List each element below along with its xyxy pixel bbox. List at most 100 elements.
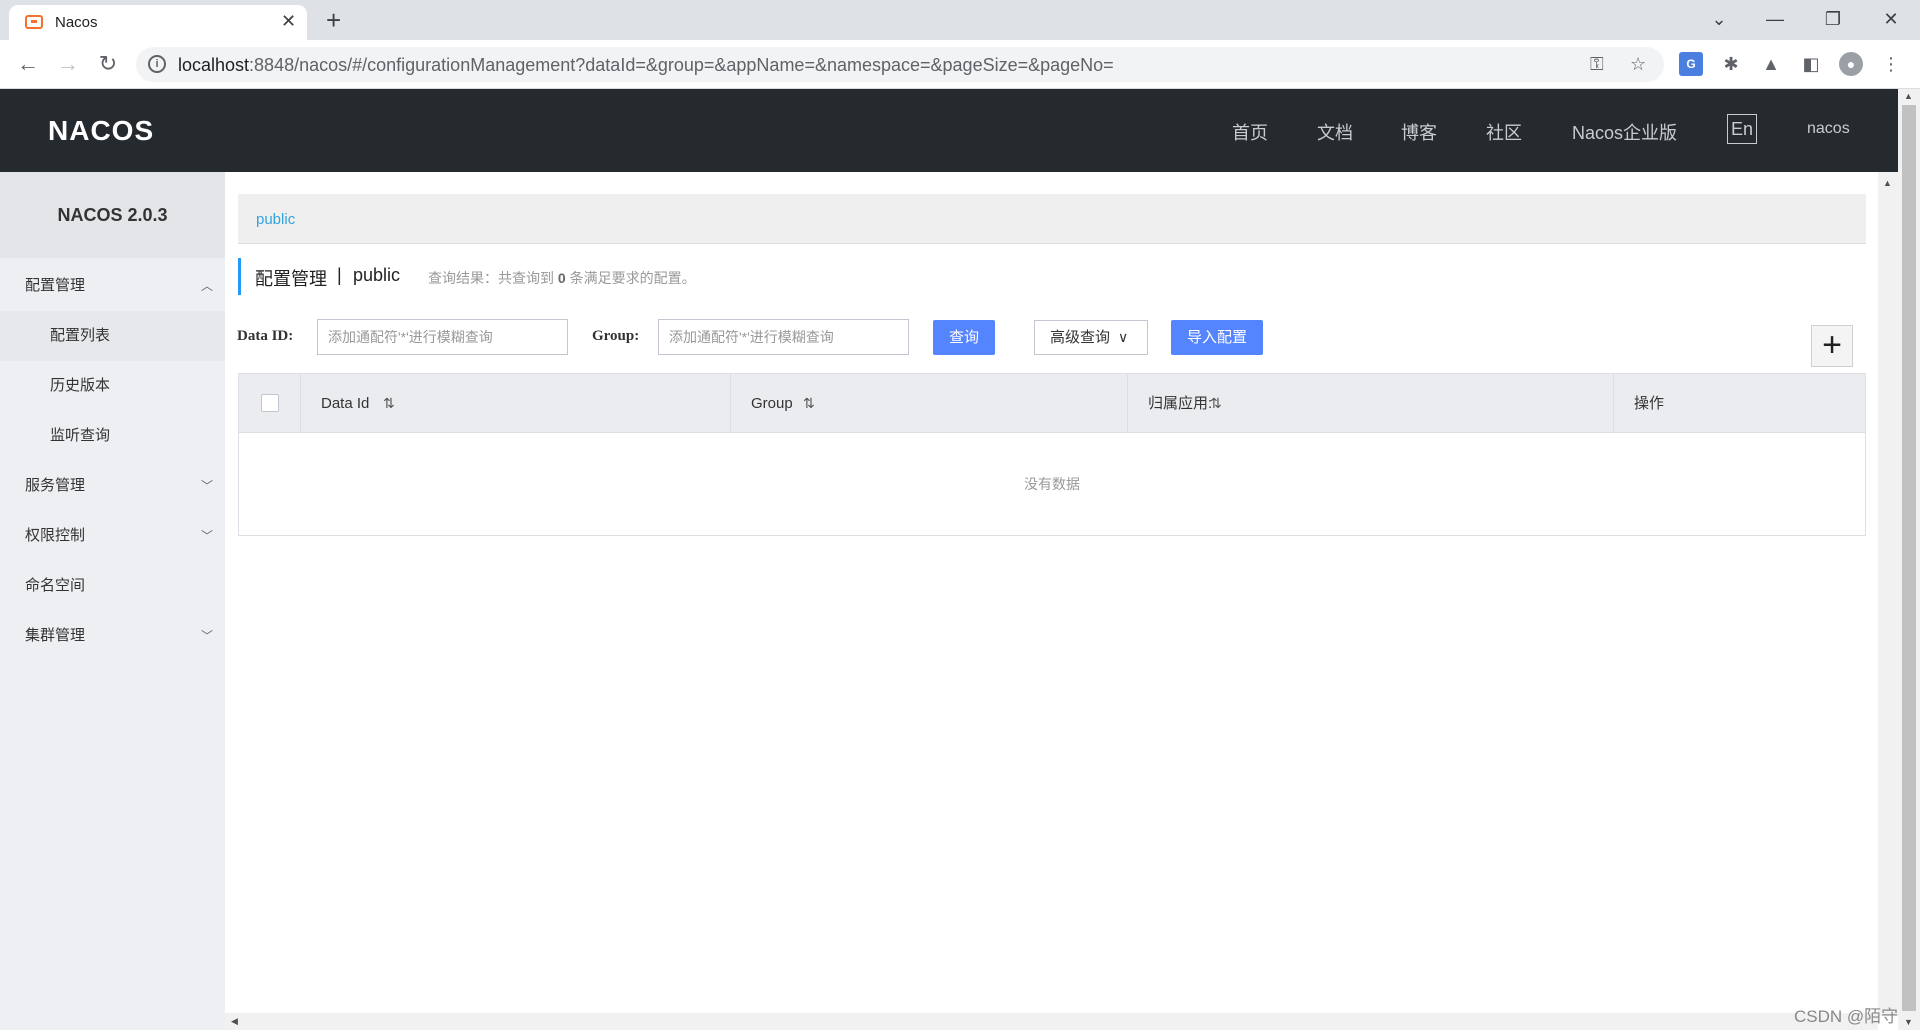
csdn-watermark: CSDN @陌守 [1794,1007,1899,1026]
scrollbar-thumb[interactable] [1902,105,1916,1011]
column-label: 归属应用: [1148,395,1213,412]
chevron-up-icon: ︿ [201,279,214,293]
sidebar-item-config-list[interactable]: 配置列表 [0,311,225,361]
user-menu[interactable]: nacos [1807,120,1850,138]
chevron-down-icon: ﹀ [201,629,214,643]
chevron-down-icon: ﹀ [201,529,214,543]
chevron-down-icon: ﹀ [201,479,214,493]
column-label: Data Id [321,395,370,412]
translate-extension-icon[interactable]: G [1679,52,1703,76]
config-table: Data Id ⇅ Group ⇅ 归属应用: ⇅ 操作 没有数据 [238,373,1866,536]
query-result-suffix: 条满足要求的配置。 [569,270,696,286]
content-vertical-scrollbar[interactable]: ▲ [1878,172,1898,1016]
new-tab-icon[interactable]: + [326,5,341,35]
query-result-text: 查询结果：共查询到 0 条满足要求的配置。 [428,268,696,288]
content-horizontal-scrollbar[interactable]: ◀ [225,1013,1878,1030]
sidebar-item-label: 历史版本 [50,377,111,394]
select-all-cell [239,374,301,433]
bookmark-star-icon[interactable]: ☆ [1630,54,1646,75]
page-vertical-scrollbar[interactable]: ▲ ▼ [1898,89,1920,1030]
extensions-puzzle-icon[interactable]: ✱ [1719,52,1743,76]
nav-blog[interactable]: 博客 [1401,119,1437,145]
sidebar-item-label: 集群管理 [25,627,86,644]
sort-icon[interactable]: ⇅ [383,374,395,433]
minimize-icon[interactable]: — [1760,6,1790,32]
nav-enterprise[interactable]: Nacos企业版 [1572,119,1677,145]
sidebar-item-service-management[interactable]: 服务管理 ﹀ [0,461,225,511]
forward-icon[interactable]: → [53,50,83,78]
tab-title: Nacos [55,14,98,31]
sidebar-item-label: 配置列表 [50,327,111,344]
browser-menu-icon[interactable]: ⋮ [1879,52,1903,76]
labs-flask-icon[interactable]: ▲ [1759,52,1783,76]
close-tab-icon[interactable]: ✕ [281,11,296,31]
column-header-app[interactable]: 归属应用: ⇅ [1128,374,1614,433]
url-host: localhost [178,55,250,75]
url-path: :8848/nacos/#/configurationManagement?da… [249,55,1114,75]
page-namespace: public [353,265,401,285]
sort-icon[interactable]: ⇅ [803,374,815,433]
sort-icon[interactable]: ⇅ [1210,374,1222,433]
side-panel-icon[interactable]: ◧ [1799,52,1823,76]
language-switch-button[interactable]: En [1727,114,1757,144]
sidebar-item-namespace[interactable]: 命名空间 [0,561,225,611]
group-input[interactable] [658,319,909,355]
page-heading: 配置管理 | public [238,258,400,295]
scroll-up-arrow-icon[interactable]: ▲ [1904,91,1913,101]
namespace-bar: public [238,194,1866,244]
chevron-down-icon: ∨ [1118,329,1129,345]
group-label: Group: [592,328,640,344]
query-result-prefix: 查询结果：共查询到 [428,270,554,286]
column-header-group[interactable]: Group ⇅ [731,374,1128,433]
nacos-favicon-icon [25,15,43,29]
nacos-logo[interactable]: NACOS [48,115,154,147]
dataid-input[interactable] [317,319,568,355]
column-label: Group [751,395,793,412]
profile-avatar-icon[interactable]: ● [1839,52,1863,76]
namespace-tab-public[interactable]: public [256,211,295,228]
version-label: NACOS 2.0.3 [0,172,225,258]
import-config-button[interactable]: 导入配置 [1171,320,1263,355]
scroll-up-arrow-icon[interactable]: ▲ [1883,178,1892,188]
sidebar-item-cluster-management[interactable]: 集群管理 ﹀ [0,611,225,661]
nav-community[interactable]: 社区 [1486,119,1522,145]
scroll-left-arrow-icon[interactable]: ◀ [231,1016,238,1027]
browser-tab[interactable]: Nacos ✕ [9,5,307,40]
search-button[interactable]: 查询 [933,320,995,355]
app-header: NACOS 首页 文档 博客 社区 Nacos企业版 En nacos [0,89,1898,172]
sidebar-item-access-control[interactable]: 权限控制 ﹀ [0,511,225,561]
sidebar-item-history[interactable]: 历史版本 [0,361,225,411]
scroll-down-arrow-icon[interactable]: ▼ [1904,1017,1913,1027]
nav-home[interactable]: 首页 [1232,119,1268,145]
column-label: 操作 [1634,395,1665,412]
address-bar[interactable]: i localhost:8848/nacos/#/configurationMa… [136,47,1664,82]
column-header-actions: 操作 [1614,374,1865,433]
title-separator: | [337,265,342,285]
sidebar-item-config-management[interactable]: 配置管理 ︿ [0,261,225,311]
reload-icon[interactable]: ↻ [93,50,123,78]
column-header-dataid[interactable]: Data Id ⇅ [301,374,731,433]
table-header: Data Id ⇅ Group ⇅ 归属应用: ⇅ 操作 [239,374,1865,433]
add-config-button[interactable]: + [1811,325,1853,367]
browser-toolbar: ← → ↻ i localhost:8848/nacos/#/configura… [0,40,1920,89]
sidebar-item-label: 命名空间 [25,577,86,594]
nav-docs[interactable]: 文档 [1317,119,1353,145]
sidebar: NACOS 2.0.3 配置管理 ︿ 配置列表 历史版本 监听查询 服务管理 ﹀… [0,172,225,1030]
window-close-icon[interactable]: ✕ [1876,6,1906,32]
advanced-query-button[interactable]: 高级查询 ∨ [1034,320,1148,355]
site-info-icon[interactable]: i [148,55,166,73]
restore-icon[interactable]: ❐ [1818,6,1848,32]
url-text[interactable]: localhost:8848/nacos/#/configurationMana… [178,55,1114,76]
tab-search-icon[interactable]: ⌄ [1704,6,1734,32]
browser-tab-bar: Nacos ✕ + ⌄ — ❐ ✕ [0,0,1920,40]
key-icon[interactable]: ⚿ [1590,54,1604,75]
sidebar-item-listener-query[interactable]: 监听查询 [0,411,225,461]
empty-state-text: 没有数据 [1024,476,1080,492]
main-content: public 配置管理 | public 查询结果：共查询到 0 条满足要求的配… [225,172,1878,1016]
sidebar-item-label: 权限控制 [25,527,86,544]
back-icon[interactable]: ← [13,50,43,78]
page-title: 配置管理 [255,269,327,289]
dataid-label: Data ID: [237,328,294,344]
sidebar-item-label: 配置管理 [25,277,86,294]
select-all-checkbox[interactable] [261,394,279,412]
